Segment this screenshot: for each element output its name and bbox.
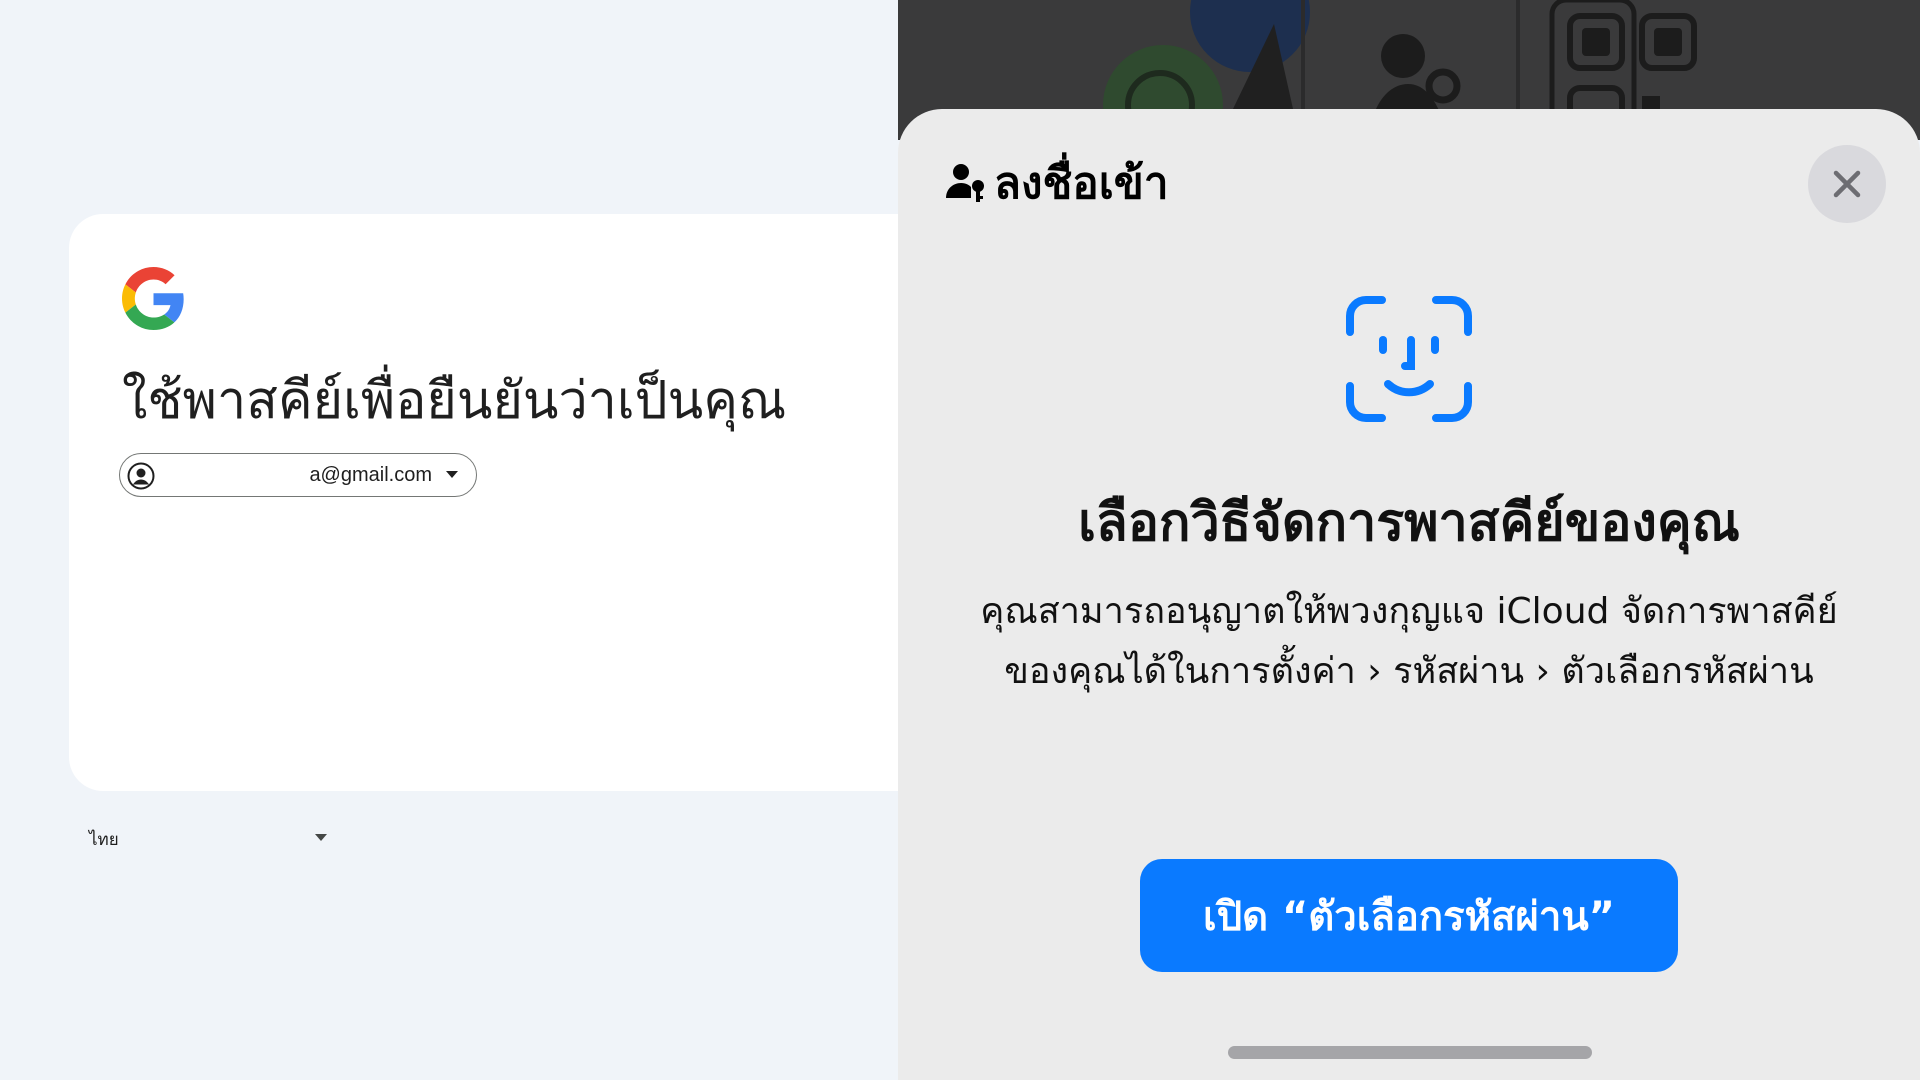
- google-logo-icon: [122, 267, 184, 330]
- home-indicator: [1228, 1046, 1592, 1059]
- signin-card: [69, 214, 969, 791]
- sheet-description: คุณสามารถอนุญาตให้พวงกุญแจ iCloud จัดการ…: [940, 582, 1878, 702]
- caret-down-icon: [446, 471, 458, 478]
- account-circle-icon: [127, 462, 155, 490]
- close-button[interactable]: [1808, 145, 1886, 223]
- sheet-heading: เลือกวิธีจัดการพาสคีย์ของคุณ: [1078, 493, 1740, 553]
- close-icon: [1833, 170, 1861, 198]
- account-email: a@gmail.com: [309, 463, 432, 486]
- language-label: ไทย: [89, 830, 119, 850]
- sheet-title: ลงชื่อเข้า: [994, 158, 1169, 209]
- page-title: ใช้พาสคีย์เพื่อยืนยันว่าเป็นคุณ: [122, 371, 787, 431]
- caret-down-icon: [315, 834, 327, 841]
- face-id-icon: [1346, 296, 1472, 422]
- open-password-options-button[interactable]: เปิด “ตัวเลือกรหัสผ่าน”: [1140, 859, 1678, 972]
- language-select[interactable]: ไทย: [89, 818, 329, 858]
- account-chip[interactable]: a@gmail.com: [119, 453, 477, 497]
- description-line-1: คุณสามารถอนุญาตให้พวงกุญแจ iCloud จัดการ…: [980, 591, 1838, 632]
- person-key-icon: [946, 164, 984, 202]
- description-line-2: ของคุณได้ในการตั้งค่า › รหัสผ่าน › ตัวเล…: [1004, 651, 1814, 692]
